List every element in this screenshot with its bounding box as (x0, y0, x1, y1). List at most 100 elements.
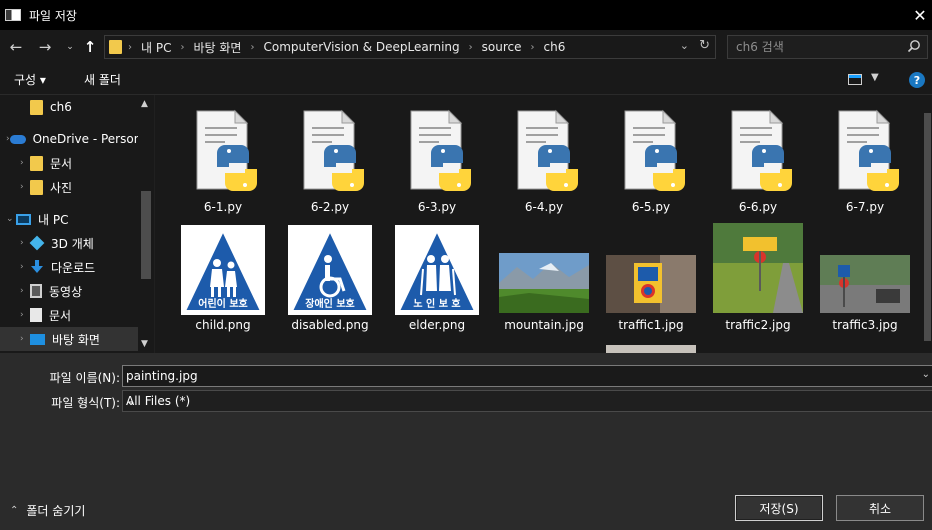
expand-chevron-icon[interactable]: › (20, 238, 30, 248)
video-icon (30, 284, 42, 298)
filetype-label: 파일 형식(T): (51, 396, 120, 410)
python-file-icon (410, 109, 471, 191)
folder-icon (109, 40, 122, 54)
file-item[interactable]: 6-1.py (172, 95, 274, 214)
filename-dropdown-icon[interactable]: ⌄ (922, 369, 930, 380)
nav-item-downloads[interactable]: › 다운로드 (0, 255, 138, 279)
breadcrumb-source[interactable]: source (482, 40, 522, 54)
file-name: mountain.jpg (504, 318, 584, 332)
expand-chevron-icon[interactable]: › (20, 158, 30, 168)
nav-item-pictures[interactable]: › 사진 (0, 175, 138, 199)
breadcrumb-computervision[interactable]: ComputerVision & DeepLearning (263, 40, 459, 54)
forward-arrow-icon[interactable]: → (35, 36, 55, 58)
close-icon[interactable]: ✕ (908, 0, 932, 30)
expand-chevron-icon[interactable]: › (20, 182, 30, 192)
file-name: 6-6.py (738, 200, 778, 214)
download-icon (31, 260, 43, 273)
help-icon[interactable]: ? (909, 72, 925, 88)
sign-text: 노 인 보 호 (413, 297, 460, 310)
file-name: elder.png (408, 318, 466, 332)
scroll-down-icon[interactable]: ▼ (141, 339, 148, 349)
navigation-pane: ch6 › OneDrive - Personal › 문서 › 사진 ⌄ 내 … (0, 95, 154, 353)
search-box[interactable] (727, 35, 928, 59)
filetype-select[interactable]: All Files (*) ⌄ (122, 390, 932, 412)
file-item[interactable]: 6-4.py (493, 95, 595, 214)
search-input[interactable] (736, 39, 896, 55)
file-item[interactable]: 6-5.py (600, 95, 702, 214)
breadcrumb-ch6[interactable]: ch6 (544, 40, 566, 54)
nav-item-onedrive[interactable]: › OneDrive - Personal (0, 127, 138, 151)
view-options-icon[interactable] (848, 74, 862, 85)
organize-menu[interactable]: 구성 ▾ (14, 71, 46, 88)
elder-sign-thumbnail: 노 인 보 호 (395, 225, 479, 315)
expand-chevron-icon[interactable]: › (20, 262, 30, 272)
nav-item-label: 동영상 (49, 284, 83, 299)
file-name: traffic1.jpg (618, 318, 684, 332)
breadcrumb-my-pc[interactable]: 내 PC (141, 39, 171, 56)
python-file-icon (303, 109, 364, 191)
scroll-up-icon[interactable]: ▲ (141, 99, 148, 109)
app-icon (5, 9, 21, 21)
new-folder-button[interactable]: 새 폴더 (84, 71, 121, 88)
file-list-scrollbar[interactable] (923, 95, 932, 353)
nav-scrollbar[interactable]: ▲ ▼ (138, 95, 154, 353)
nav-item-label: 내 PC (38, 212, 69, 227)
file-item-partial[interactable] (600, 343, 702, 353)
desktop-icon (30, 333, 45, 345)
cancel-button[interactable]: 취소 (836, 495, 924, 521)
expand-chevron-icon[interactable]: › (20, 286, 30, 296)
nav-item-videos[interactable]: › 동영상 (0, 279, 138, 303)
file-name: disabled.png (291, 318, 369, 332)
file-name: traffic3.jpg (832, 318, 898, 332)
up-arrow-icon[interactable]: ↑ (80, 36, 100, 58)
recent-locations-chevron-icon[interactable]: ⌄ (60, 36, 80, 58)
file-item[interactable]: 노 인 보 호 elder.png (386, 221, 488, 339)
address-dropdown-icon[interactable]: ⌄ (680, 39, 689, 52)
file-name: traffic2.jpg (725, 318, 791, 332)
back-arrow-icon[interactable]: ← (6, 36, 26, 58)
collapse-chevron-icon[interactable]: ⌄ (6, 214, 16, 224)
python-file-icon (838, 109, 899, 191)
hide-folders-toggle[interactable]: ⌃ 폴더 숨기기 (10, 502, 85, 519)
cube-icon (29, 235, 45, 251)
nav-item-label: 3D 개체 (51, 236, 94, 251)
filename-label: 파일 이름(N): (49, 371, 120, 385)
chevron-up-icon: ⌃ (10, 505, 19, 516)
file-item[interactable]: traffic3.jpg (814, 221, 916, 339)
expand-chevron-icon[interactable]: › (20, 334, 30, 344)
file-item[interactable]: 6-2.py (279, 95, 381, 214)
file-name: 6-7.py (845, 200, 885, 214)
file-item[interactable]: 어린이 보호 child.png (172, 221, 274, 339)
breadcrumb-desktop[interactable]: 바탕 화면 (193, 39, 241, 56)
file-item[interactable]: 6-7.py (814, 95, 916, 214)
scrollbar-thumb[interactable] (924, 113, 931, 341)
nav-item-ch6[interactable]: ch6 (0, 95, 138, 119)
search-icon[interactable] (907, 39, 921, 53)
filename-input[interactable] (126, 368, 906, 384)
file-name: 6-3.py (417, 200, 457, 214)
save-button[interactable]: 저장(S) (735, 495, 823, 521)
filetype-dropdown-icon[interactable]: ⌄ (126, 394, 930, 408)
file-item[interactable]: 6-6.py (707, 95, 809, 214)
nav-item-this-pc[interactable]: ⌄ 내 PC (0, 207, 138, 231)
breadcrumb-separator-icon: › (250, 41, 255, 53)
scrollbar-thumb[interactable] (141, 191, 151, 279)
nav-item-desktop[interactable]: › 바탕 화면 (0, 327, 138, 351)
view-dropdown-icon[interactable]: ▼ (871, 72, 879, 83)
file-item[interactable]: traffic2.jpg (707, 221, 809, 339)
file-item[interactable]: mountain.jpg (493, 221, 595, 339)
nav-item-documents[interactable]: › 문서 (0, 151, 138, 175)
file-item[interactable]: 장애인 보호 disabled.png (279, 221, 381, 339)
hide-folders-label: 폴더 숨기기 (26, 504, 86, 518)
nav-item-label: 다운로드 (51, 260, 96, 275)
nav-item-documents-pc[interactable]: › 문서 (0, 303, 138, 327)
file-item[interactable]: 6-3.py (386, 95, 488, 214)
filename-box[interactable]: ⌄ (122, 365, 932, 387)
mountain-photo-thumbnail (499, 253, 589, 313)
file-item[interactable]: traffic1.jpg (600, 221, 702, 339)
traffic2-photo-thumbnail (713, 223, 803, 313)
nav-item-3d-objects[interactable]: › 3D 개체 (0, 231, 138, 255)
address-bar[interactable]: › 내 PC › 바탕 화면 › ComputerVision & DeepLe… (104, 35, 716, 59)
refresh-icon[interactable]: ↻ (699, 38, 710, 53)
expand-chevron-icon[interactable]: › (20, 310, 30, 320)
